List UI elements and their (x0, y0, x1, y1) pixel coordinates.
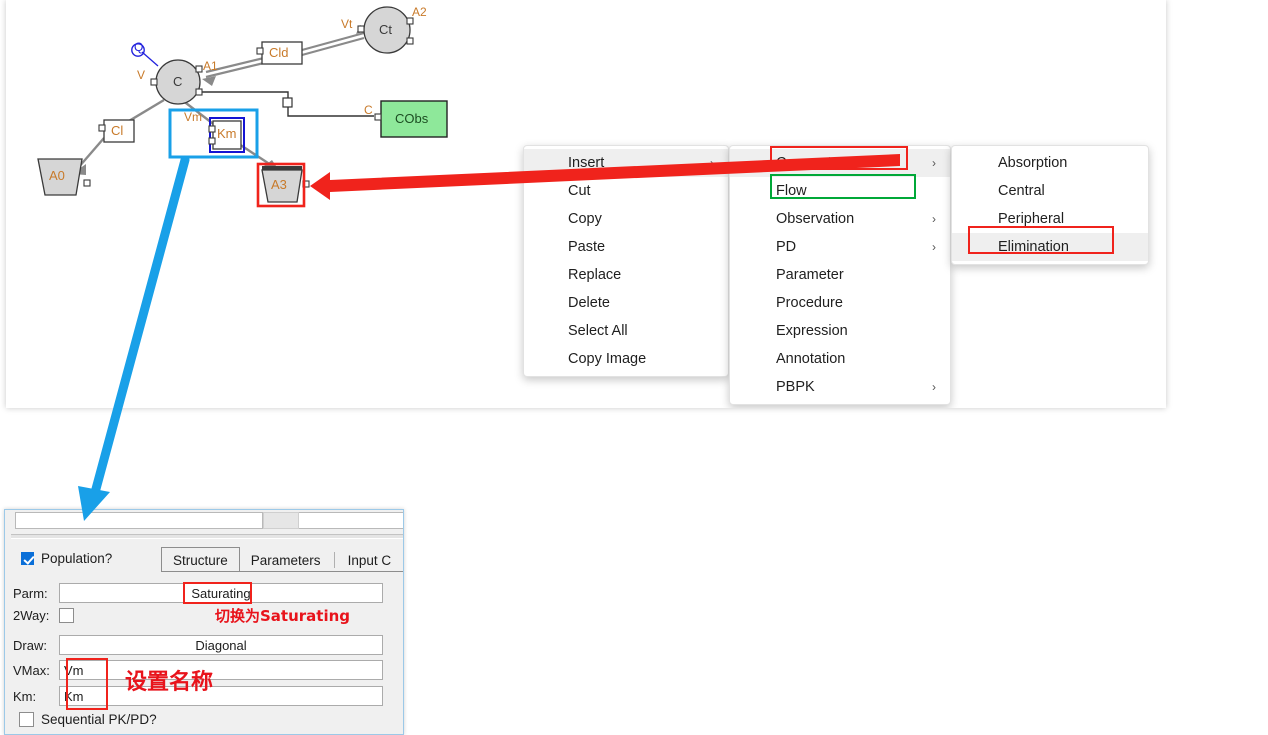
draw-label: Draw: (13, 637, 47, 653)
dialog-toolbar (5, 510, 403, 532)
population-label: Population? (41, 551, 113, 566)
menu-item-label: PD (776, 239, 797, 255)
sequential-checkbox[interactable] (19, 712, 34, 727)
node-label-A0: A0 (49, 168, 65, 183)
menu-item-select-all[interactable]: Select All (524, 317, 728, 345)
chevron-right-icon: › (932, 212, 936, 226)
node-label-A3: A3 (271, 177, 287, 192)
menu-item-label: Copy (568, 211, 602, 227)
population-checkbox-row[interactable]: Population? (21, 551, 112, 566)
tab-label: Input C (347, 553, 392, 568)
vmax-input[interactable]: Vm (59, 660, 383, 680)
menu-item-copy-image[interactable]: Copy Image (524, 345, 728, 373)
menu-item-observation[interactable]: Observation › (730, 205, 950, 233)
parm-label: Parm: (13, 585, 48, 601)
menu-item-label: Annotation (776, 351, 846, 367)
menu-item-label: Replace (568, 267, 622, 283)
vmax-label: VMax: (13, 662, 50, 678)
sequential-label: Sequential PK/PD? (41, 712, 157, 727)
port-label-C: C (364, 103, 373, 117)
menu-item-central[interactable]: Central (952, 177, 1148, 205)
population-checkbox[interactable] (21, 552, 34, 565)
port-label-Vm: Vm (184, 110, 202, 124)
tab-input-options[interactable]: Input C (336, 549, 403, 572)
tab-parameters[interactable]: Parameters (239, 549, 332, 572)
menu-item-expression[interactable]: Expression (730, 317, 950, 345)
tab-label: Parameters (250, 553, 321, 568)
chevron-right-icon: › (932, 380, 936, 394)
tab-divider (333, 551, 335, 568)
menu-item-label: Compartment (776, 155, 864, 171)
menu-item-label: Elimination (998, 239, 1069, 255)
toolbar-field-c[interactable] (299, 512, 403, 529)
km-input[interactable]: Km (59, 686, 383, 706)
menu-item-delete[interactable]: Delete (524, 289, 728, 317)
toolbar-field-a[interactable] (15, 512, 263, 529)
menu-item-label: Parameter (776, 267, 844, 283)
menu-item-label: Observation (776, 211, 855, 227)
dialog-separator (11, 534, 403, 539)
menu-item-label: Absorption (998, 155, 1068, 171)
menu-item-pd[interactable]: PD › (730, 233, 950, 261)
tab-label: Structure (173, 553, 228, 568)
km-label: Km: (13, 688, 37, 704)
port-label-A1: A1 (203, 59, 218, 73)
menu-item-paste[interactable]: Paste (524, 233, 728, 261)
tab-underline (161, 571, 403, 572)
draw-row[interactable]: Draw: Diagonal (11, 635, 383, 655)
dialog-tabs[interactable]: Structure Parameters Input C (161, 547, 403, 572)
menu-item-elimination[interactable]: Elimination (952, 233, 1148, 261)
insert-submenu[interactable]: Compartment › Flow Observation › PD › Pa… (729, 145, 951, 405)
menu-item-label: Cut (568, 183, 591, 199)
menu-item-replace[interactable]: Replace (524, 261, 728, 289)
menu-item-peripheral[interactable]: Peripheral (952, 205, 1148, 233)
menu-item-insert[interactable]: Insert › (524, 149, 728, 177)
note-switch-to-saturating: 切换为Saturating (215, 607, 351, 625)
menu-item-label: Copy Image (568, 351, 647, 367)
menu-item-annotation[interactable]: Annotation (730, 345, 950, 373)
chevron-right-icon: › (710, 156, 714, 170)
compartment-submenu[interactable]: Absorption Central Peripheral Eliminatio… (951, 145, 1149, 265)
tab-structure[interactable]: Structure (161, 547, 240, 572)
menu-item-procedure[interactable]: Procedure (730, 289, 950, 317)
menu-item-cut[interactable]: Cut (524, 177, 728, 205)
chevron-right-icon: › (932, 156, 936, 170)
node-label-Cl: Cl (111, 123, 124, 138)
menu-item-absorption[interactable]: Absorption (952, 149, 1148, 177)
context-menu[interactable]: Insert › Cut Copy Paste Replace Delete S… (523, 145, 729, 377)
menu-item-pbpk[interactable]: PBPK › (730, 373, 950, 401)
menu-item-label: Select All (568, 323, 628, 339)
draw-select[interactable]: Diagonal (59, 635, 383, 655)
port-label-A2: A2 (412, 5, 427, 19)
port-label-V: V (137, 68, 146, 82)
port-label-Q: Q (134, 40, 144, 54)
port-label-Vt: Vt (341, 17, 353, 31)
menu-item-label: Procedure (776, 295, 843, 311)
parm-select[interactable]: Saturating (59, 583, 383, 603)
menu-item-label: Flow (776, 183, 807, 199)
menu-item-parameter[interactable]: Parameter (730, 261, 950, 289)
note-set-name: 设置名称 (125, 670, 214, 695)
chevron-right-icon: › (932, 240, 936, 254)
menu-item-label: PBPK (776, 379, 815, 395)
model-diagram-canvas[interactable]: C Ct Cld Cl Km A0 A3 CObs Q V A1 Vt A2 V… (6, 0, 1166, 408)
node-label-Cld: Cld (269, 45, 289, 60)
menu-item-flow[interactable]: Flow (730, 177, 950, 205)
menu-item-label: Expression (776, 323, 848, 339)
sequential-checkbox-row[interactable]: Sequential PK/PD? (19, 712, 157, 727)
menu-item-label: Insert (568, 155, 605, 171)
node-label-Km: Km (217, 126, 237, 141)
menu-item-compartment[interactable]: Compartment › (730, 149, 950, 177)
menu-item-label: Peripheral (998, 211, 1065, 227)
menu-item-label: Paste (568, 239, 606, 255)
twoway-checkbox[interactable] (59, 608, 74, 623)
toolbar-button-b[interactable] (263, 512, 299, 529)
parm-row[interactable]: Parm: Saturating (11, 583, 383, 603)
twoway-row[interactable]: 2Way: (11, 608, 74, 623)
menu-item-label: Delete (568, 295, 610, 311)
menu-item-label: Central (998, 183, 1045, 199)
menu-item-copy[interactable]: Copy (524, 205, 728, 233)
twoway-label: 2Way: (13, 608, 50, 623)
